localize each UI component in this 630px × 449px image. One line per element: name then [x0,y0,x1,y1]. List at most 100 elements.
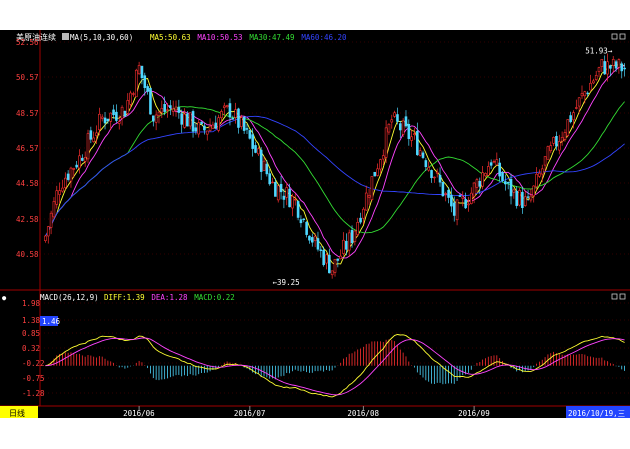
month-label: 2016/09 [458,409,490,418]
candle-body [555,136,558,147]
candle-body [549,145,553,152]
candle-body [387,123,391,133]
main-y-tick: 40.58 [16,250,39,259]
candle-body [379,159,382,170]
candle-body [203,125,206,131]
candle-body [538,172,541,177]
candle-body [166,109,169,111]
candle-body [81,157,84,161]
candle-body [208,125,212,131]
candle-body [469,192,473,204]
candle-body [481,172,484,187]
candle-body [245,128,249,130]
main-y-tick: 44.58 [16,179,39,188]
candle-body [447,189,450,198]
main-y-tick: 50.57 [16,73,39,82]
candle-body [98,113,101,131]
candle-body [381,155,385,160]
candle-body [174,106,178,111]
candle-body [521,191,524,208]
candle-body [200,121,203,125]
ma-readout-item: MA5:50.63 [150,33,191,42]
candle-body [288,188,291,208]
candle-body [580,93,584,97]
candle-body [293,198,297,201]
candle-body [296,201,300,218]
month-label: 2016/06 [123,409,155,418]
candle-body [265,163,269,175]
candle-body [157,111,161,116]
candle-body [606,61,609,75]
candle-body [427,167,430,171]
candle-body [407,123,411,139]
candle-body [592,80,595,84]
candle-body [430,170,433,179]
macd-panel-menu-button[interactable] [611,293,618,300]
candle-body [515,190,518,206]
macd-y-tick: 1.38 [22,316,41,325]
candle-body [328,254,331,274]
panel-close-button[interactable] [619,33,626,40]
main-y-tick: 48.57 [16,109,39,118]
candle-body [211,124,215,129]
candle-body [58,190,61,195]
candle-body [498,162,501,177]
macd-y-tick: -0.22 [22,359,45,368]
candle-body [396,114,399,122]
chart-stage: 美原油连续 MA(5,10,30,60) MA5:50.63 MA10:50.53… [0,0,630,449]
candle-body [410,136,413,141]
candle-body [49,212,53,228]
candle-body [231,118,235,120]
candle-body [614,61,618,69]
candle-body [594,75,598,80]
candle-body [191,111,195,132]
candle-body [623,67,626,70]
candle-body [424,160,428,168]
macd-y-tick: 0.85 [22,329,40,338]
candle-body [237,108,240,128]
macd-readout: DIFF:1.39 DEA:1.28 MACD:0.22 [104,293,235,302]
cursor-date: 2016/10/19,三 [568,409,625,418]
chart-area[interactable]: 美原油连续 MA(5,10,30,60) MA5:50.63 MA10:50.53… [0,30,630,418]
candle-body [347,232,351,251]
candle-body [228,103,232,118]
candle-body [589,82,592,91]
candle-body [220,111,223,119]
candle-body [441,181,445,197]
candle-body [577,97,581,107]
macd-y-tick: -0.75 [22,374,45,383]
candle-body [217,117,220,131]
indicator-label: MA(5,10,30,60) [70,33,133,42]
candle-body [416,130,419,156]
candle-body [333,259,337,273]
macd-panel-close-button[interactable] [619,293,626,300]
candle-body [313,236,317,241]
candle-body [373,171,377,177]
candle-body [484,173,487,177]
panel-menu-button[interactable] [611,33,618,40]
candle-body [242,116,246,131]
candle-body [450,195,453,207]
candle-body [543,156,547,166]
candle-body [421,152,425,158]
candle-body [322,249,325,266]
candle-body [180,113,183,125]
candle-body [390,119,394,123]
candle-body [532,185,536,197]
main-y-tick: 42.58 [16,215,39,224]
candle-body [254,145,257,153]
candle-body [129,92,132,105]
candle-body [325,254,328,264]
candle-body [467,203,470,206]
candle-body [319,249,323,251]
candle-body [186,113,189,127]
candle-body [83,157,87,162]
candle-body [274,181,277,197]
candle-body [63,177,67,188]
candle-body [611,59,615,66]
macd-side-dot: ● [2,294,7,302]
candle-body [248,130,252,139]
candle-body [46,226,50,237]
candle-body [69,167,73,182]
macd-y-tick: -1.28 [22,389,45,398]
